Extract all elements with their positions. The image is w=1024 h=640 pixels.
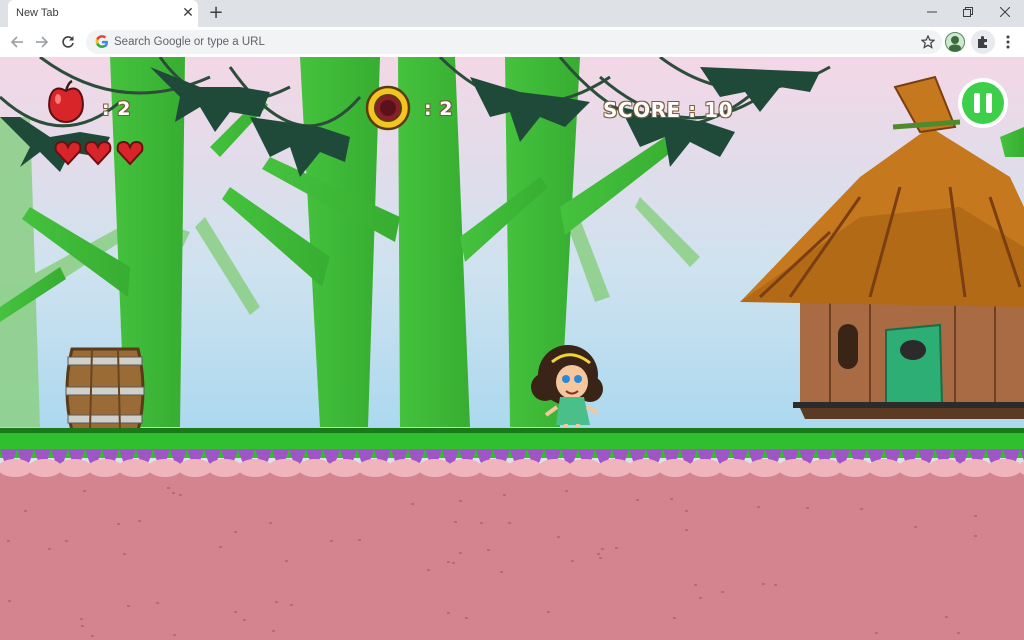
- game-scene: [0, 57, 1024, 640]
- browser-toolbar: [0, 27, 1024, 57]
- tab-new-tab[interactable]: New Tab ✕: [8, 0, 198, 27]
- tab-strip: New Tab ✕ +: [0, 0, 1024, 27]
- ground-soil: [0, 467, 1024, 640]
- profile-avatar-button[interactable]: [943, 30, 967, 54]
- close-window-button[interactable]: [987, 0, 1023, 24]
- back-button[interactable]: [6, 31, 28, 53]
- game-canvas[interactable]: : 2 : 2 SCORE : 10: [0, 57, 1024, 640]
- extensions-button[interactable]: [971, 30, 995, 54]
- reload-icon: [62, 36, 74, 48]
- restore-button[interactable]: [950, 0, 986, 24]
- kebab-menu-icon: [1006, 35, 1010, 49]
- omnibox-input[interactable]: [114, 30, 894, 54]
- pause-icon: [962, 82, 1004, 124]
- plus-icon[interactable]: +: [206, 3, 226, 23]
- reload-button[interactable]: [57, 31, 79, 53]
- hut-window: [838, 324, 858, 369]
- pause-button[interactable]: [958, 78, 1008, 128]
- grass-platform: [0, 428, 1024, 465]
- address-bar[interactable]: [86, 30, 942, 54]
- forward-arrow-icon: [36, 36, 49, 48]
- browser-menu-button[interactable]: [996, 30, 1020, 54]
- tab-title: New Tab: [16, 7, 59, 19]
- forward-button[interactable]: [31, 31, 53, 53]
- avatar: [945, 32, 965, 52]
- heart-icons: [54, 140, 144, 166]
- star-icon: [921, 35, 935, 49]
- restore-icon: [963, 7, 973, 17]
- coin-count: : 2: [424, 98, 453, 120]
- close-window-icon: [1000, 7, 1010, 17]
- apple-icon: [48, 79, 84, 123]
- coin-icon: [365, 85, 411, 131]
- minimize-button[interactable]: [914, 0, 950, 24]
- google-g-icon: [95, 35, 108, 48]
- back-arrow-icon: [10, 36, 23, 48]
- puzzle-icon: [978, 36, 987, 48]
- apple-count: : 2: [102, 98, 131, 120]
- bookmark-star-button[interactable]: [917, 31, 939, 53]
- score-label: SCORE : 10: [603, 98, 733, 122]
- minimize-icon: [927, 11, 937, 13]
- barrel-obstacle: [65, 347, 145, 433]
- close-icon[interactable]: ✕: [179, 4, 197, 22]
- hut-door: [885, 323, 944, 405]
